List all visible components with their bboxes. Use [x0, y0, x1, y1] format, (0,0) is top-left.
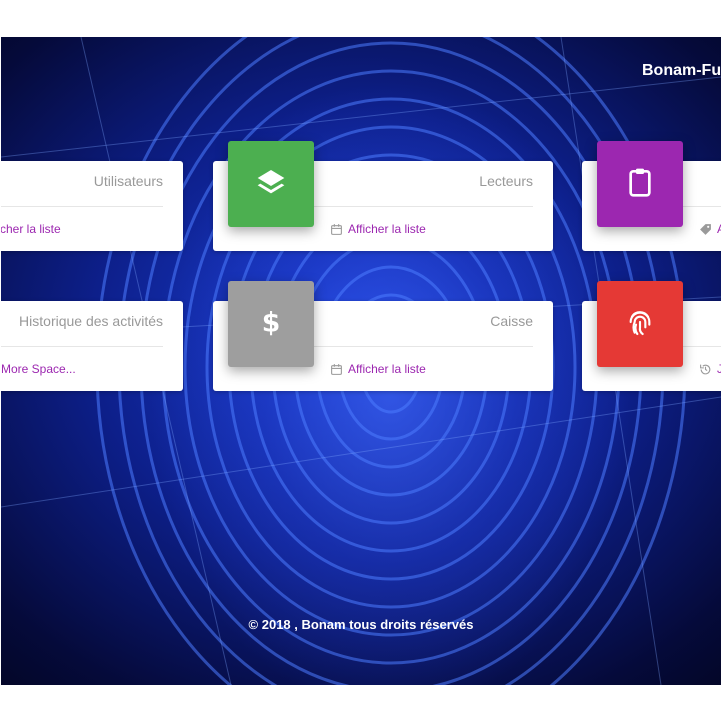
card-link-label[interactable]: J — [717, 362, 721, 376]
card-link-label[interactable]: More Space... — [1, 362, 76, 376]
card-title: Historique des activités — [19, 313, 163, 329]
fingerprint-icon — [624, 306, 656, 343]
card-utilisateurs[interactable]: Utilisateurs cher la liste — [1, 161, 183, 251]
layers-icon — [255, 166, 287, 203]
card-link-label[interactable]: A — [717, 222, 721, 236]
card-6-tile — [597, 281, 683, 367]
card-3-tile — [597, 141, 683, 227]
card-historique[interactable]: Historique des activités More Space... — [1, 301, 183, 391]
card-link[interactable]: cher la liste — [1, 222, 61, 236]
hero-background: Bonam-Fu Utilisateurs cher la liste Lect… — [1, 37, 721, 685]
card-link[interactable]: J — [699, 362, 721, 376]
caisse-tile: $ — [228, 281, 314, 367]
svg-text:$: $ — [262, 307, 281, 338]
dollar-icon: $ — [255, 306, 287, 343]
card-link-label[interactable]: cher la liste — [1, 222, 61, 236]
card-divider — [1, 206, 163, 207]
card-link-label[interactable]: Afficher la liste — [348, 222, 426, 236]
card-link-label[interactable]: Afficher la liste — [348, 362, 426, 376]
brand-title[interactable]: Bonam-Fu — [642, 62, 721, 80]
card-link[interactable]: More Space... — [1, 362, 76, 376]
calendar-icon — [330, 363, 343, 376]
history-icon — [699, 363, 712, 376]
card-divider — [1, 346, 163, 347]
card-link[interactable]: Afficher la liste — [330, 222, 426, 236]
card-link[interactable]: A — [699, 222, 721, 236]
lecteurs-tile — [228, 141, 314, 227]
clipboard-icon — [624, 166, 656, 203]
tag-icon — [699, 223, 712, 236]
card-title: Utilisateurs — [93, 173, 163, 189]
card-title: Lecteurs — [479, 173, 533, 189]
copyright-text: © 2018 , Bonam tous droits réservés — [248, 617, 474, 632]
card-title: Caisse — [490, 313, 533, 329]
card-link[interactable]: Afficher la liste — [330, 362, 426, 376]
calendar-icon — [330, 223, 343, 236]
